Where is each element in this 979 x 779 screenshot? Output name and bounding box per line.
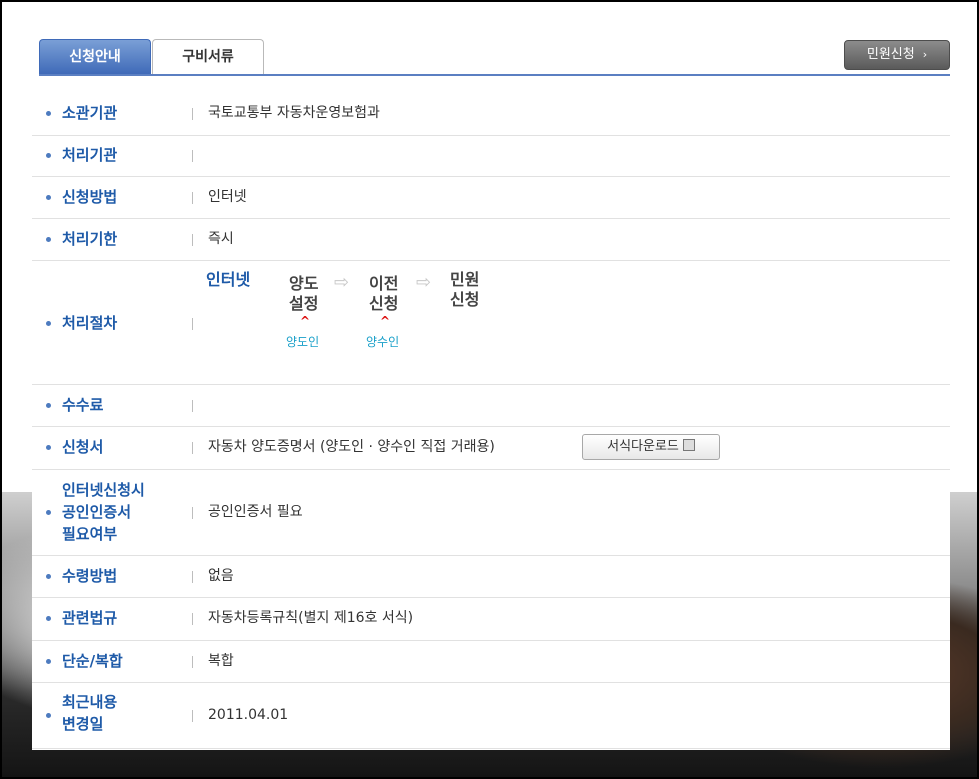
row-value: 자동차 양도증명서 (양도인 · 양수인 직접 거래용) bbox=[208, 439, 495, 455]
divider bbox=[192, 108, 193, 120]
row-label: 처리기관 bbox=[62, 146, 118, 164]
table-row: 신청서 자동차 양도증명서 (양도인 · 양수인 직접 거래용) 서식다운로드 bbox=[32, 426, 950, 470]
row-value: 없음 bbox=[208, 568, 234, 584]
divider bbox=[192, 192, 193, 204]
tab-required-documents[interactable]: 구비서류 bbox=[152, 39, 264, 74]
caret-up-icon: ^ bbox=[380, 314, 391, 328]
bullet-icon bbox=[46, 321, 51, 326]
floppy-disk-icon bbox=[682, 439, 695, 451]
row-label: 소관기관 bbox=[62, 104, 118, 122]
row-label: 수수료 bbox=[62, 396, 104, 414]
procedure-diagram: 인터넷 양도 설정 ⇨ 이전 신청 ⇨ 민원 신청 ^ ^ 양도인 양수인 bbox=[206, 260, 606, 380]
bullet-icon bbox=[46, 153, 51, 158]
bullet-icon bbox=[46, 111, 51, 116]
table-row: 신청방법 인터넷 bbox=[32, 176, 950, 219]
row-value: 공인인증서 필요 bbox=[208, 504, 303, 520]
table-row: 인터넷신청시 공인인증서 필요여부 공인인증서 필요 bbox=[32, 469, 950, 556]
table-row: 처리기관 bbox=[32, 135, 950, 177]
table-row: 수령방법 없음 bbox=[32, 555, 950, 598]
bullet-icon bbox=[46, 237, 51, 242]
divider bbox=[192, 318, 193, 330]
bullet-icon bbox=[46, 659, 51, 664]
row-label: 신청방법 bbox=[62, 188, 118, 206]
divider bbox=[192, 442, 193, 454]
row-value: 자동차등록규칙(별지 제16호 서식) bbox=[208, 610, 414, 626]
tab-underline bbox=[39, 74, 950, 76]
sub-label-transferee: 양수인 bbox=[366, 335, 400, 349]
row-value: 즉시 bbox=[208, 231, 234, 247]
bullet-icon bbox=[46, 195, 51, 200]
row-value: 복합 bbox=[208, 653, 234, 669]
row-label: 인터넷신청시 공인인증서 필요여부 bbox=[62, 481, 145, 543]
divider bbox=[192, 710, 193, 722]
arrow-right-icon: ⇨ bbox=[334, 272, 350, 293]
row-label: 처리기한 bbox=[62, 230, 118, 248]
procedure-step: 민원 신청 bbox=[450, 270, 480, 309]
download-button-label: 서식다운로드 bbox=[607, 439, 679, 454]
row-value: 인터넷 bbox=[208, 189, 247, 205]
caret-up-icon: ^ bbox=[300, 314, 311, 328]
row-label: 수령방법 bbox=[62, 567, 118, 585]
bullet-icon bbox=[46, 445, 51, 450]
table-row: 처리기한 즉시 bbox=[32, 218, 950, 261]
table-row: 처리절차 인터넷 양도 설정 ⇨ 이전 신청 ⇨ 민원 신청 ^ ^ 양도인 양… bbox=[32, 260, 950, 385]
divider bbox=[192, 507, 193, 519]
divider bbox=[192, 571, 193, 583]
sub-label-transferor: 양도인 bbox=[286, 335, 320, 349]
row-label: 최근내용 변경일 bbox=[62, 693, 118, 733]
divider bbox=[192, 400, 193, 412]
bullet-icon bbox=[46, 713, 51, 718]
row-label: 단순/복합 bbox=[62, 652, 123, 670]
bullet-icon bbox=[46, 574, 51, 579]
tab-application-guide[interactable]: 신청안내 bbox=[39, 39, 151, 74]
arrow-right-icon: ⇨ bbox=[416, 272, 432, 293]
window-frame: 신청안내 구비서류 민원신청 › 소관기관 국토교통부 자동차운영보험과 처리기관 bbox=[0, 0, 979, 779]
divider bbox=[192, 234, 193, 246]
procedure-step: 인터넷 bbox=[206, 270, 251, 289]
bullet-icon bbox=[46, 403, 51, 408]
procedure-step: 양도 설정 bbox=[289, 274, 319, 313]
apply-button[interactable]: 민원신청 › bbox=[844, 40, 950, 70]
apply-button-label: 민원신청 bbox=[866, 47, 915, 62]
bullet-icon bbox=[46, 616, 51, 621]
row-label: 처리절차 bbox=[62, 314, 118, 332]
row-label: 관련법규 bbox=[62, 609, 118, 627]
procedure-step: 이전 신청 bbox=[369, 274, 399, 313]
table-row: 관련법규 자동차등록규칙(별지 제16호 서식) bbox=[32, 597, 950, 641]
divider bbox=[192, 613, 193, 625]
download-form-button[interactable]: 서식다운로드 bbox=[582, 434, 720, 460]
table-row: 수수료 bbox=[32, 384, 950, 427]
row-label: 신청서 bbox=[62, 438, 104, 456]
row-value: 2011.04.01 bbox=[208, 707, 289, 723]
row-value: 국토교통부 자동차운영보험과 bbox=[208, 105, 380, 121]
table-row: 최근내용 변경일 2011.04.01 bbox=[32, 682, 950, 749]
bullet-icon bbox=[46, 510, 51, 515]
divider bbox=[192, 656, 193, 668]
table-row: 소관기관 국토교통부 자동차운영보험과 bbox=[32, 92, 950, 136]
table-row: 단순/복합 복합 bbox=[32, 640, 950, 683]
info-panel: 신청안내 구비서류 민원신청 › 소관기관 국토교통부 자동차운영보험과 처리기관 bbox=[32, 12, 950, 750]
chevron-right-icon: › bbox=[922, 48, 928, 61]
divider bbox=[192, 150, 193, 162]
